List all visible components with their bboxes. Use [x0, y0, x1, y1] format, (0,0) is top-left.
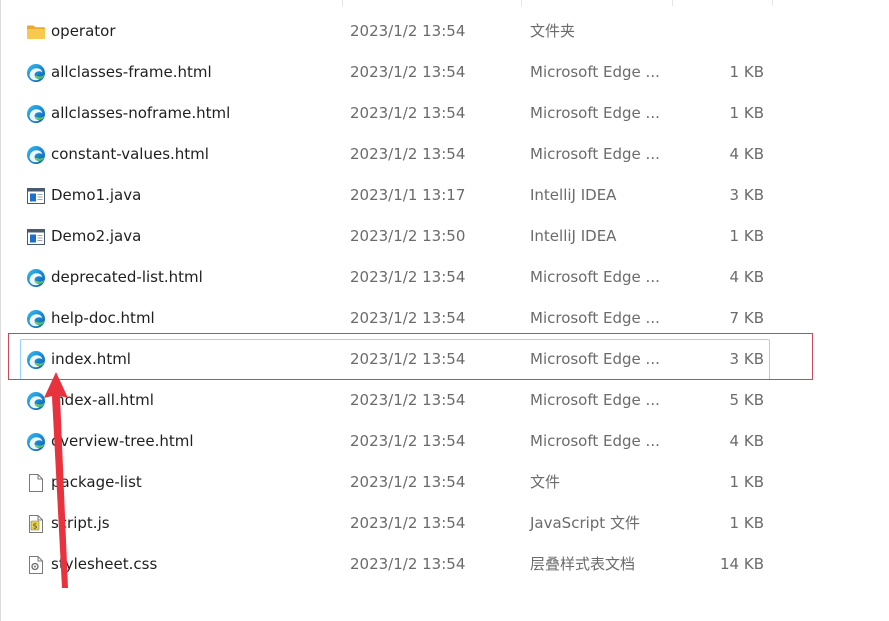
file-row[interactable]: stylesheet.css 2023/1/2 13:54 层叠样式表文档 14… [20, 544, 770, 585]
blank-file-icon [25, 463, 47, 502]
file-size [641, 12, 764, 51]
file-row[interactable]: constant-values.html 2023/1/2 13:54 Micr… [20, 134, 770, 175]
svg-text:$: $ [32, 521, 37, 530]
file-modified-date: 2023/1/1 13:17 [350, 186, 466, 204]
file-type: IntelliJ IDEA [530, 227, 617, 245]
column-separator[interactable] [342, 0, 343, 6]
file-type: 文件夹 [530, 22, 576, 40]
file-modified-date: 2023/1/2 13:54 [350, 391, 466, 409]
file-row[interactable]: package-list 2023/1/2 13:54 文件 1 KB [20, 462, 770, 503]
js-file-icon: $ [25, 504, 47, 543]
file-row[interactable]: Demo1.java 2023/1/1 13:17 IntelliJ IDEA … [20, 175, 770, 216]
file-list: operator 2023/1/2 13:54 文件夹 allclasses-f… [20, 11, 770, 585]
file-name[interactable]: Demo2.java [51, 217, 141, 256]
file-size: 14 KB [720, 555, 764, 573]
file-type: 文件 [530, 473, 561, 491]
file-row[interactable]: deprecated-list.html 2023/1/2 13:54 Micr… [20, 257, 770, 298]
file-name[interactable]: script.js [51, 504, 110, 543]
file-row[interactable]: $ script.js 2023/1/2 13:54 JavaScript 文件… [20, 503, 770, 544]
file-modified-date: 2023/1/2 13:54 [350, 22, 466, 40]
file-modified-date: 2023/1/2 13:54 [350, 145, 466, 163]
css-file-icon [25, 545, 47, 584]
file-name[interactable]: allclasses-frame.html [51, 53, 212, 92]
file-modified-date: 2023/1/2 13:54 [350, 473, 466, 491]
edge-icon [25, 381, 47, 420]
file-name[interactable]: Demo1.java [51, 176, 141, 215]
file-row[interactable]: allclasses-noframe.html 2023/1/2 13:54 M… [20, 93, 770, 134]
edge-icon [25, 135, 47, 174]
file-name[interactable]: allclasses-noframe.html [51, 94, 230, 133]
file-name[interactable]: deprecated-list.html [51, 258, 203, 297]
file-modified-date: 2023/1/2 13:50 [350, 227, 466, 245]
file-modified-date: 2023/1/2 13:54 [350, 432, 466, 450]
folder-icon [25, 12, 47, 51]
file-type: 层叠样式表文档 [530, 555, 636, 573]
window-edge [0, 0, 1, 621]
file-size: 1 KB [729, 63, 764, 81]
file-modified-date: 2023/1/2 13:54 [350, 63, 466, 81]
java-file-icon [25, 217, 47, 256]
file-name[interactable]: index-all.html [51, 381, 154, 420]
file-size: 4 KB [729, 268, 764, 286]
file-row[interactable]: index-all.html 2023/1/2 13:54 Microsoft … [20, 380, 770, 421]
edge-icon [25, 258, 47, 297]
file-size: 5 KB [729, 391, 764, 409]
file-row[interactable]: allclasses-frame.html 2023/1/2 13:54 Mic… [20, 52, 770, 93]
column-separator[interactable] [772, 0, 773, 6]
file-name[interactable]: stylesheet.css [51, 545, 157, 584]
file-name[interactable]: constant-values.html [51, 135, 209, 174]
edge-icon [25, 422, 47, 461]
file-row[interactable]: Demo2.java 2023/1/2 13:50 IntelliJ IDEA … [20, 216, 770, 257]
file-size: 1 KB [729, 104, 764, 122]
file-type: JavaScript 文件 [530, 514, 640, 532]
edge-icon [25, 94, 47, 133]
file-name[interactable]: package-list [51, 463, 142, 502]
highlight-annotation-box [8, 333, 813, 380]
file-size: 1 KB [729, 473, 764, 491]
file-size: 3 KB [729, 186, 764, 204]
file-type: IntelliJ IDEA [530, 186, 617, 204]
file-modified-date: 2023/1/2 13:54 [350, 104, 466, 122]
file-name[interactable]: overview-tree.html [51, 422, 194, 461]
java-file-icon [25, 176, 47, 215]
file-explorer-window: operator 2023/1/2 13:54 文件夹 allclasses-f… [0, 0, 889, 621]
file-size: 1 KB [729, 514, 764, 532]
file-row[interactable]: overview-tree.html 2023/1/2 13:54 Micros… [20, 421, 770, 462]
file-modified-date: 2023/1/2 13:54 [350, 268, 466, 286]
edge-icon [25, 53, 47, 92]
file-size: 4 KB [729, 145, 764, 163]
file-modified-date: 2023/1/2 13:54 [350, 514, 466, 532]
column-separator[interactable] [672, 0, 673, 6]
file-row[interactable]: operator 2023/1/2 13:54 文件夹 [20, 11, 770, 52]
file-name[interactable]: operator [51, 12, 116, 51]
file-size: 4 KB [729, 432, 764, 450]
file-size: 1 KB [729, 227, 764, 245]
file-modified-date: 2023/1/2 13:54 [350, 555, 466, 573]
column-separator[interactable] [521, 0, 522, 6]
